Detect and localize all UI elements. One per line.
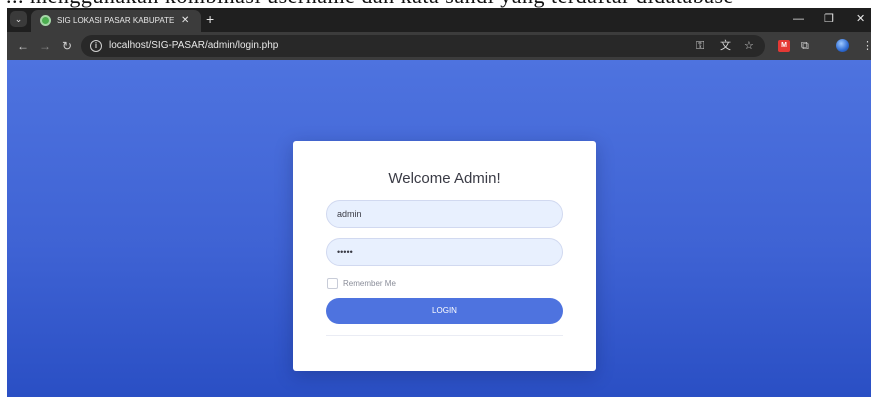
site-info-icon[interactable]: i [90,40,102,52]
browser-window: ⌄ SIG LOKASI PASAR KABUPATEN ✕ + — ❐ ✕ ←… [7,8,871,397]
minimize-button[interactable]: — [793,10,804,28]
remember-me-checkbox[interactable] [327,278,338,289]
address-url[interactable]: localhost/SIG-PASAR/admin/login.php [109,35,278,57]
tab-favicon-icon [40,15,51,26]
back-button[interactable]: ← [17,38,29,54]
tab-title: SIG LOKASI PASAR KABUPATEN [57,16,175,25]
tab-close-icon[interactable]: ✕ [181,13,189,29]
profile-avatar-icon[interactable] [836,39,849,52]
password-key-icon[interactable]: ⚿ [696,38,704,54]
document-caption: ... menggunakan kombinasi username dan k… [0,0,871,8]
caption-text: ... menggunakan kombinasi username dan k… [6,0,734,8]
new-tab-button[interactable]: + [206,10,214,28]
bookmark-star-icon[interactable]: ☆ [744,38,754,54]
card-divider [326,335,563,336]
restore-button[interactable]: ❐ [824,10,834,28]
tab-search-button[interactable]: ⌄ [10,11,27,27]
page-title: Welcome Admin! [388,170,501,187]
tab-strip: ⌄ SIG LOKASI PASAR KABUPATEN ✕ + — ❐ ✕ [7,8,871,32]
close-window-button[interactable]: ✕ [856,10,865,28]
login-button[interactable]: LOGIN [326,298,563,324]
username-input[interactable] [326,200,563,228]
translate-icon[interactable]: 文 [720,38,731,54]
login-card: Welcome Admin! Remember Me LOGIN [293,141,596,371]
page-viewport: Welcome Admin! Remember Me LOGIN [7,60,871,397]
extension-badge-icon[interactable]: M [778,40,790,52]
password-input[interactable] [326,238,563,266]
reload-button[interactable]: ↻ [62,38,72,54]
remember-me-label[interactable]: Remember Me [343,278,396,289]
browser-toolbar: ← → ↻ i localhost/SIG-PASAR/admin/login.… [7,32,871,60]
tab-active[interactable]: SIG LOKASI PASAR KABUPATEN ✕ [31,10,201,32]
forward-button[interactable]: → [39,38,51,54]
address-bar[interactable]: i localhost/SIG-PASAR/admin/login.php ⚿ … [81,35,765,57]
menu-more-icon[interactable]: ⋮ [862,38,871,54]
extensions-puzzle-icon[interactable]: ⧉ [801,38,809,54]
